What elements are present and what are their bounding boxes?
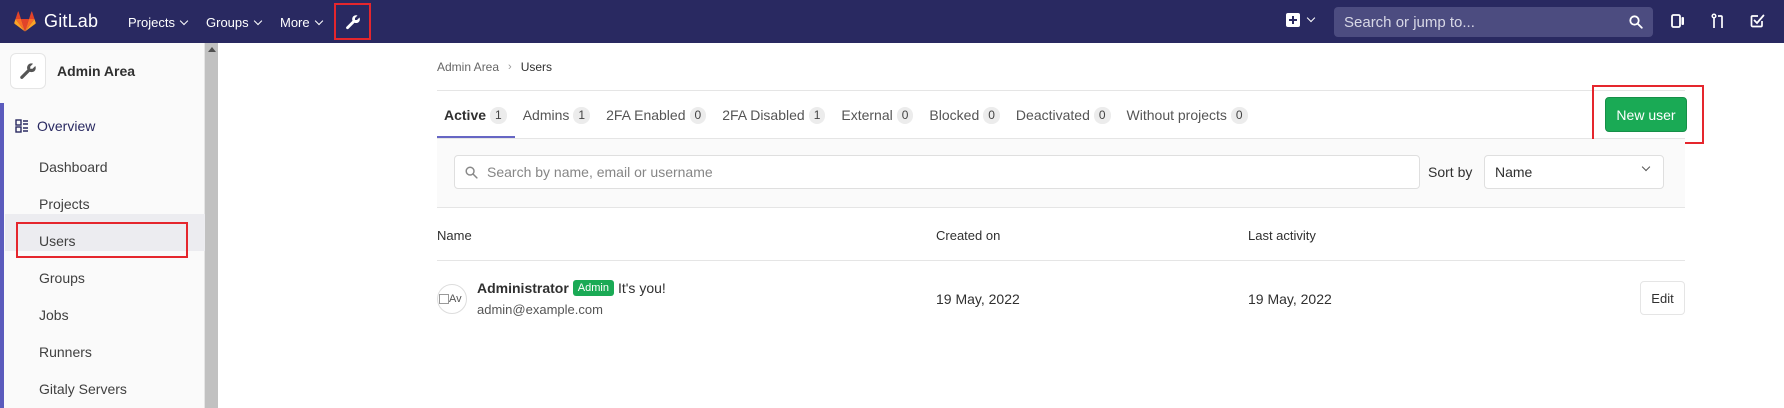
admin-area-button[interactable] xyxy=(334,3,371,40)
breadcrumb: Admin Area › Users xyxy=(437,60,552,74)
chevron-down-icon xyxy=(253,16,262,25)
tab-label: Blocked xyxy=(929,107,980,123)
nav-groups[interactable]: Groups xyxy=(206,15,262,30)
search-icon xyxy=(1629,15,1643,29)
created-on-value: 19 May, 2022 xyxy=(936,291,1020,307)
search-icon xyxy=(465,165,478,179)
chevron-down-icon xyxy=(1641,162,1651,172)
tab-label: Active xyxy=(444,107,487,123)
column-header-last-activity: Last activity xyxy=(1248,228,1316,243)
avatar[interactable]: Av xyxy=(437,284,467,314)
nav-projects[interactable]: Projects xyxy=(128,15,189,30)
sort-by-value: Name xyxy=(1495,164,1533,180)
sidebar-active-indicator xyxy=(0,103,4,408)
tab-label: External xyxy=(841,107,893,123)
sidebar-item-gitaly-servers[interactable]: Gitaly Servers xyxy=(39,381,127,397)
admin-area-avatar xyxy=(10,53,46,89)
tab-label: 2FA Enabled xyxy=(606,107,686,123)
tab-2fa-enabled[interactable]: 2FA Enabled 0 xyxy=(598,92,714,138)
new-dropdown-button[interactable] xyxy=(1286,13,1316,27)
nav-projects-label: Projects xyxy=(128,15,175,30)
user-name-link[interactable]: Administrator xyxy=(477,280,569,296)
tab-active[interactable]: Active 1 xyxy=(437,92,515,138)
column-header-name: Name xyxy=(437,228,472,243)
user-filter-tabs: Active 1 Admins 1 2FA Enabled 0 2FA Disable… xyxy=(437,92,1256,138)
sidebar-item-runners[interactable]: Runners xyxy=(39,344,92,360)
sidebar-scrollbar[interactable] xyxy=(205,43,218,408)
tab-admins[interactable]: Admins 1 xyxy=(515,92,598,138)
user-name-line: Administrator Admin It's you! xyxy=(477,280,666,296)
table-header-divider xyxy=(437,260,1685,261)
tab-without-projects[interactable]: Without projects 0 xyxy=(1119,92,1256,138)
broken-image-icon xyxy=(439,294,449,304)
user-email[interactable]: admin@example.com xyxy=(477,302,603,317)
sidebar-title: Admin Area xyxy=(57,63,136,79)
sidebar-item-groups[interactable]: Groups xyxy=(39,270,85,286)
sort-by-select[interactable]: Name xyxy=(1484,155,1664,189)
tab-count-badge: 1 xyxy=(573,106,591,124)
admin-badge: Admin xyxy=(572,280,614,296)
chevron-down-icon xyxy=(1306,13,1316,23)
tab-label: Without projects xyxy=(1126,107,1227,123)
merge-requests-icon[interactable] xyxy=(1711,13,1725,29)
users-highlight-frame xyxy=(16,222,188,258)
nav-more[interactable]: More xyxy=(280,15,323,30)
gitlab-tanuki-icon xyxy=(14,11,36,32)
tab-count-badge: 0 xyxy=(1093,106,1111,124)
overview-icon xyxy=(15,119,28,133)
last-activity-value: 19 May, 2022 xyxy=(1248,291,1332,307)
sidebar-item-overview[interactable]: Overview xyxy=(15,118,95,134)
top-navbar: GitLab Projects Groups More xyxy=(0,0,1784,43)
user-search-input[interactable] xyxy=(487,164,1387,180)
user-search[interactable] xyxy=(454,155,1420,189)
breadcrumb-current[interactable]: Users xyxy=(521,60,552,74)
sidebar-header[interactable]: Admin Area xyxy=(10,53,135,89)
tab-external[interactable]: External 0 xyxy=(833,92,921,138)
sidebar-item-jobs[interactable]: Jobs xyxy=(39,307,69,323)
tab-count-badge: 1 xyxy=(490,106,507,124)
plus-square-icon xyxy=(1286,13,1300,27)
tab-count-badge: 0 xyxy=(896,106,914,124)
breadcrumb-admin-area[interactable]: Admin Area xyxy=(437,60,499,74)
wrench-icon xyxy=(20,63,36,80)
issues-icon[interactable] xyxy=(1671,13,1685,29)
tab-2fa-disabled[interactable]: 2FA Disabled 1 xyxy=(714,92,833,138)
its-you-label: It's you! xyxy=(617,280,666,296)
tab-blocked[interactable]: Blocked 0 xyxy=(921,92,1008,138)
filter-bar: Sort by Name xyxy=(437,139,1685,208)
tab-count-badge: 1 xyxy=(808,106,826,124)
sidebar-item-dashboard[interactable]: Dashboard xyxy=(39,159,108,175)
avatar-alt-text: Av xyxy=(449,293,462,305)
tabs-top-border xyxy=(437,90,1685,91)
nav-groups-label: Groups xyxy=(206,15,249,30)
edit-user-button[interactable]: Edit xyxy=(1640,281,1685,315)
chevron-down-icon xyxy=(314,16,323,25)
tab-label: Deactivated xyxy=(1015,107,1090,123)
nav-more-label: More xyxy=(280,15,310,30)
chevron-down-icon xyxy=(179,16,189,25)
app-name: GitLab xyxy=(44,11,99,31)
sidebar-section-label: Overview xyxy=(37,118,96,134)
todos-icon[interactable] xyxy=(1750,13,1765,28)
new-user-button[interactable]: New user xyxy=(1605,97,1687,132)
tab-label: Admins xyxy=(522,107,570,123)
scroll-up-arrow-icon[interactable] xyxy=(208,47,216,52)
global-search[interactable] xyxy=(1334,7,1653,37)
sidebar-item-projects[interactable]: Projects xyxy=(39,196,90,212)
wrench-icon xyxy=(345,14,360,29)
tab-count-badge: 0 xyxy=(689,106,707,124)
gitlab-logo[interactable]: GitLab xyxy=(14,11,98,32)
tab-count-badge: 0 xyxy=(983,106,1000,124)
tab-count-badge: 0 xyxy=(1230,106,1248,124)
column-header-created: Created on xyxy=(936,228,1001,243)
global-search-input[interactable] xyxy=(1344,13,1614,31)
sort-by-label: Sort by xyxy=(1428,164,1473,180)
breadcrumb-separator-icon: › xyxy=(508,61,512,73)
tab-deactivated[interactable]: Deactivated 0 xyxy=(1008,92,1119,138)
tab-label: 2FA Disabled xyxy=(722,107,805,123)
